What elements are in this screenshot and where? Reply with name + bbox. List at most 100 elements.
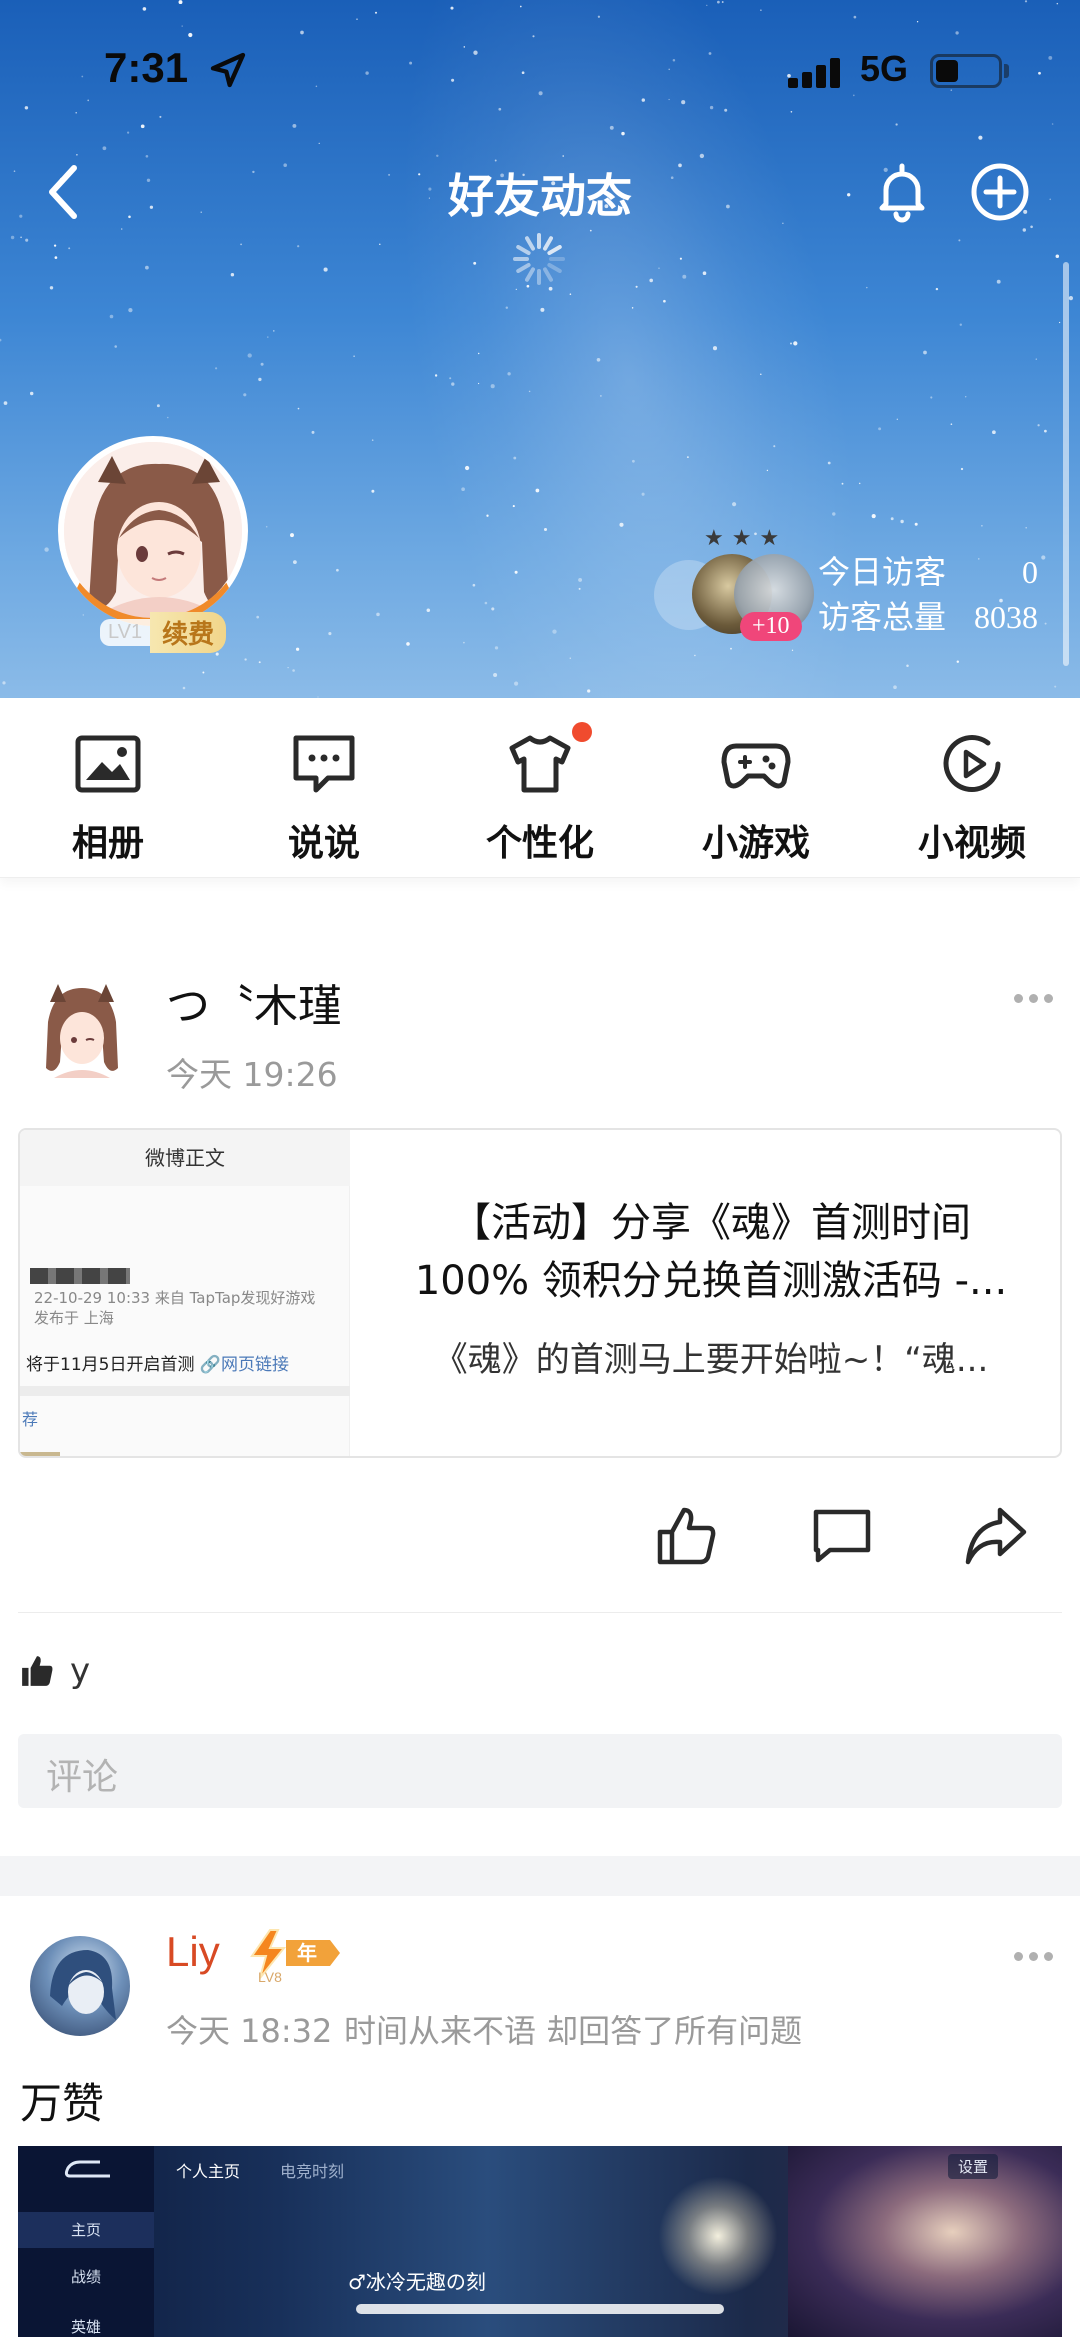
game-hero-art <box>788 2146 1062 2337</box>
star <box>426 608 431 613</box>
star <box>1049 198 1051 201</box>
home-indicator[interactable] <box>356 2304 724 2314</box>
star <box>477 352 480 355</box>
post-author-avatar[interactable] <box>30 1936 130 2036</box>
star <box>717 0 720 4</box>
star <box>494 646 499 650</box>
star <box>128 215 131 219</box>
link-thumbnail: 微博正文 22-10-29 10:33 来自 TapTap发现好游戏 发布于 上… <box>20 1130 350 1456</box>
star <box>732 502 737 507</box>
star <box>215 652 219 656</box>
star <box>535 488 540 493</box>
menu-item-personalize[interactable]: 个性化 <box>432 698 648 878</box>
plus-circle-icon[interactable] <box>968 160 1032 224</box>
star <box>273 330 275 332</box>
star <box>477 382 480 385</box>
location-arrow-icon <box>210 52 246 88</box>
star <box>609 125 614 130</box>
star <box>451 382 455 386</box>
post-author-name[interactable]: Liy <box>166 1928 220 1976</box>
star <box>871 514 876 519</box>
post-author-avatar[interactable] <box>34 978 130 1082</box>
star <box>178 0 183 5</box>
star <box>514 570 518 574</box>
star <box>790 110 793 113</box>
star <box>578 587 581 590</box>
star <box>311 430 315 434</box>
scrollbar[interactable] <box>1063 262 1069 666</box>
star <box>490 384 495 389</box>
chevron-left-icon[interactable] <box>40 160 86 224</box>
star <box>694 654 696 657</box>
star <box>1044 622 1047 625</box>
menu-item-shuoshuo[interactable]: 说说 <box>216 698 432 878</box>
star <box>596 357 601 362</box>
star <box>292 123 297 128</box>
star <box>323 267 328 272</box>
star <box>507 372 511 376</box>
bell-icon[interactable] <box>870 160 934 224</box>
star <box>632 459 635 463</box>
more-options-icon[interactable] <box>1014 994 1054 1004</box>
star <box>896 418 898 420</box>
star <box>145 265 149 270</box>
star <box>127 131 130 134</box>
visitor-stats[interactable]: 今日访客 0 访客总量 8038 <box>818 550 1038 640</box>
today-visitors-value: 0 <box>1022 554 1038 590</box>
star <box>68 247 71 250</box>
star <box>114 345 117 348</box>
star <box>858 482 861 485</box>
like-list[interactable]: y <box>20 1646 90 1696</box>
spinner-spoke <box>525 267 535 282</box>
menu-label: 相册 <box>71 823 144 864</box>
star <box>847 193 851 197</box>
star <box>543 527 548 532</box>
star <box>287 666 289 669</box>
spinner-spoke <box>543 236 553 251</box>
star <box>706 4 708 7</box>
more-options-icon[interactable] <box>1014 1952 1054 1962</box>
menu-item-shortvideo[interactable]: 小视频 <box>864 698 1080 878</box>
star <box>188 32 193 38</box>
like-icon[interactable] <box>654 1504 718 1568</box>
star <box>1041 555 1046 560</box>
level-label: LV1 <box>100 618 151 646</box>
shared-link-card[interactable]: 微博正文 22-10-29 10:33 来自 TapTap发现好游戏 发布于 上… <box>18 1128 1062 1458</box>
star <box>578 577 583 582</box>
star <box>297 407 300 410</box>
star <box>878 427 882 431</box>
star <box>914 522 918 526</box>
star <box>182 686 186 690</box>
star <box>109 314 114 319</box>
star <box>540 307 545 312</box>
star <box>434 374 438 377</box>
membership-badge[interactable]: LV1 续费 <box>100 611 227 653</box>
tshirt-icon <box>509 735 571 793</box>
svg-text:LV8: LV8 <box>258 1969 282 1982</box>
post-author-name[interactable]: つ〝木瑾 <box>166 970 342 1034</box>
menu-item-minigame[interactable]: 小游戏 <box>648 698 864 878</box>
star <box>54 256 58 259</box>
star <box>49 286 54 290</box>
star <box>247 353 252 358</box>
star <box>156 404 160 408</box>
star <box>140 124 145 129</box>
comment-icon[interactable] <box>810 1504 874 1568</box>
star <box>258 377 262 382</box>
star <box>240 243 243 246</box>
star <box>2 681 6 685</box>
notification-dot <box>572 722 592 742</box>
star <box>202 671 205 674</box>
star <box>790 342 792 345</box>
star <box>760 373 762 375</box>
thumbs-up-filled-icon <box>22 1656 53 1686</box>
user-avatar[interactable] <box>58 436 248 626</box>
menu-item-album[interactable]: 相册 <box>0 698 216 878</box>
share-arrow-icon[interactable] <box>964 1504 1028 1568</box>
star <box>0 338 2 342</box>
lightning-vip-badge-icon[interactable]: 年 LV8 <box>244 1924 344 1982</box>
comment-input[interactable]: 评论 <box>18 1734 1062 1808</box>
renew-button[interactable]: 续费 <box>150 611 227 653</box>
link-title-line2: 100% 领积分兑换首测激活码 -... <box>414 1258 1008 1304</box>
album-icon <box>75 735 141 793</box>
